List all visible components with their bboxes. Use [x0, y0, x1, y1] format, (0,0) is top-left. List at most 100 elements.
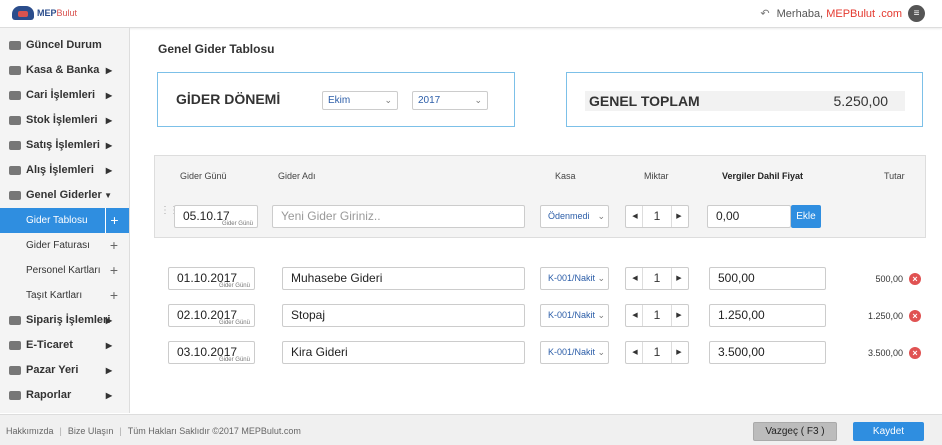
chevron-right-icon: ▶ — [105, 66, 112, 75]
footer-link-about[interactable]: Hakkımızda — [6, 426, 54, 436]
delete-icon[interactable]: × — [909, 347, 921, 359]
contacts-icon — [9, 91, 21, 100]
sidebar-item-guncel-durum[interactable]: Güncel Durum — [0, 33, 129, 58]
row-price-input[interactable]: 500,00 — [709, 267, 826, 290]
increase-icon[interactable]: ▶ — [672, 305, 686, 326]
add-expense-button[interactable]: Ekle — [791, 205, 821, 228]
sidebar-subitem-personel-kartlari[interactable]: Personel Kartları + — [0, 258, 129, 283]
row-price-input[interactable]: 1.250,00 — [709, 304, 826, 327]
chevron-down-icon: ⌄ — [384, 95, 392, 105]
delete-icon[interactable]: × — [909, 310, 921, 322]
hamburger-icon[interactable]: ≡ — [908, 5, 925, 22]
row-cash-select[interactable]: K-001/Nakit ⌄ — [540, 267, 609, 290]
sidebar-subitem-gider-tablosu[interactable]: Gider Tablosu + — [0, 208, 129, 233]
chevron-right-icon: ▶ — [105, 316, 112, 325]
ecommerce-icon — [9, 341, 21, 350]
logout-icon[interactable]: ↶ — [760, 7, 769, 20]
sidebar-item-pazar-yeri[interactable]: Pazar Yeri ▶ — [0, 358, 129, 383]
save-button[interactable]: Kaydet — [853, 422, 924, 441]
brand-name: MEPBulut .com — [826, 8, 902, 20]
row-date-input[interactable]: 02.10.2017 Gider Günü — [168, 304, 255, 327]
sidebar-item-genel-giderler[interactable]: Genel Giderler ▼ — [0, 183, 129, 208]
increase-icon[interactable]: ▶ — [672, 268, 686, 289]
row-date-input[interactable]: 01.10.2017 Gider Günü — [168, 267, 255, 290]
new-price-input[interactable]: 0,00 — [707, 205, 791, 228]
reports-icon — [9, 391, 21, 400]
chevron-right-icon: ▶ — [105, 91, 112, 100]
chevron-right-icon: ▶ — [105, 166, 112, 175]
plus-icon[interactable]: + — [105, 258, 123, 283]
decrease-icon[interactable]: ◀ — [628, 206, 642, 227]
sidebar-item-kasa-banka[interactable]: Kasa & Banka ▶ — [0, 58, 129, 83]
expenses-icon — [9, 191, 21, 200]
total-bar: GENEL TOPLAM 5.250,00 — [585, 91, 905, 111]
row-price-input[interactable]: 3.500,00 — [709, 341, 826, 364]
row-qty-stepper[interactable]: ◀ 1 ▶ — [625, 267, 689, 290]
footer-link-contact[interactable]: Bize Ulaşın — [68, 426, 114, 436]
top-bar: MEPBulut ↶ Merhaba, MEPBulut .com ≡ — [0, 0, 942, 28]
order-icon — [9, 316, 21, 325]
column-header-cash: Kasa — [555, 171, 576, 181]
purchase-icon — [9, 166, 21, 175]
plus-icon[interactable]: + — [105, 233, 123, 258]
sidebar-item-siparis[interactable]: Sipariş İşlemleri ▶ — [0, 308, 129, 333]
row-name-input[interactable]: Kira Gideri — [282, 341, 525, 364]
marketplace-icon — [9, 366, 21, 375]
plus-icon[interactable]: + — [105, 283, 123, 308]
sidebar-item-stok[interactable]: Stok İşlemleri ▶ — [0, 108, 129, 133]
page-title: Genel Gider Tablosu — [158, 42, 275, 56]
sidebar-item-eticaret[interactable]: E-Ticaret ▶ — [0, 333, 129, 358]
sidebar-item-raporlar[interactable]: Raporlar ▶ — [0, 383, 129, 408]
column-header-price: Vergiler Dahil Fiyat — [722, 171, 804, 181]
box-icon — [9, 116, 21, 125]
sidebar-item-satis[interactable]: Satış İşlemleri ▶ — [0, 133, 129, 158]
sidebar-item-cari[interactable]: Cari İşlemleri ▶ — [0, 83, 129, 108]
increase-icon[interactable]: ▶ — [672, 342, 686, 363]
total-value: 5.250,00 — [833, 93, 889, 109]
cancel-button[interactable]: Vazgeç ( F3 ) — [753, 422, 837, 441]
row-cash-select[interactable]: K-001/Nakit ⌄ — [540, 304, 609, 327]
chevron-down-icon: ⌄ — [474, 95, 482, 105]
dashboard-icon — [9, 41, 21, 50]
sidebar-item-alis[interactable]: Alış İşlemleri ▶ — [0, 158, 129, 183]
row-name-input[interactable]: Muhasebe Gideri — [282, 267, 525, 290]
new-date-input[interactable]: 05.10.17 Gider Günü — [174, 205, 258, 228]
total-label: GENEL TOPLAM — [589, 93, 700, 109]
decrease-icon[interactable]: ◀ — [628, 305, 642, 326]
increase-icon[interactable]: ▶ — [672, 206, 686, 227]
delete-icon[interactable]: × — [909, 273, 921, 285]
chevron-right-icon: ▶ — [105, 341, 112, 350]
row-qty-stepper[interactable]: ◀ 1 ▶ — [625, 304, 689, 327]
sidebar-subitem-tasit-kartlari[interactable]: Taşıt Kartları + — [0, 283, 129, 308]
total-panel: GENEL TOPLAM 5.250,00 — [566, 72, 923, 127]
decrease-icon[interactable]: ◀ — [628, 342, 642, 363]
greeting: ↶ Merhaba, MEPBulut .com — [760, 7, 902, 20]
chevron-down-icon: ⌄ — [595, 342, 605, 363]
new-expense-name-input[interactable]: Yeni Gider Giriniz.. — [272, 205, 525, 228]
footer-copyright: Tüm Hakları Saklıdır ©2017 MEPBulut.com — [127, 426, 301, 436]
period-label: GİDER DÖNEMİ — [176, 91, 281, 107]
chevron-down-icon: ⌄ — [595, 206, 605, 227]
plus-icon[interactable]: + — [105, 208, 123, 233]
row-date-input[interactable]: 03.10.2017 Gider Günü — [168, 341, 255, 364]
new-cash-select[interactable]: Ödenmedi ⌄ — [540, 205, 609, 228]
logo[interactable]: MEPBulut — [12, 6, 77, 20]
row-cash-select[interactable]: K-001/Nakit ⌄ — [540, 341, 609, 364]
month-select[interactable]: Ekim ⌄ — [322, 91, 398, 110]
footer-links: Hakkımızda | Bize Ulaşın | Tüm Hakları Saklı… — [6, 426, 301, 436]
sales-icon — [9, 141, 21, 150]
row-total: 1.250,00 — [867, 311, 903, 321]
footer: Hakkımızda | Bize Ulaşın | Tüm Hakları Saklı… — [0, 414, 942, 445]
column-header-name: Gider Adı — [278, 171, 316, 181]
column-header-total: Tutar — [884, 171, 905, 181]
decrease-icon[interactable]: ◀ — [628, 268, 642, 289]
row-name-input[interactable]: Stopaj — [282, 304, 525, 327]
sidebar: Güncel Durum Kasa & Banka ▶ Cari İşlemler… — [0, 28, 130, 413]
chevron-down-icon: ⌄ — [595, 268, 605, 289]
chevron-right-icon: ▶ — [105, 141, 112, 150]
logo-text: MEPBulut — [37, 8, 78, 18]
new-qty-stepper[interactable]: ◀ 1 ▶ — [625, 205, 689, 228]
sidebar-subitem-gider-faturasi[interactable]: Gider Faturası + — [0, 233, 129, 258]
row-qty-stepper[interactable]: ◀ 1 ▶ — [625, 341, 689, 364]
year-select[interactable]: 2017 ⌄ — [412, 91, 488, 110]
